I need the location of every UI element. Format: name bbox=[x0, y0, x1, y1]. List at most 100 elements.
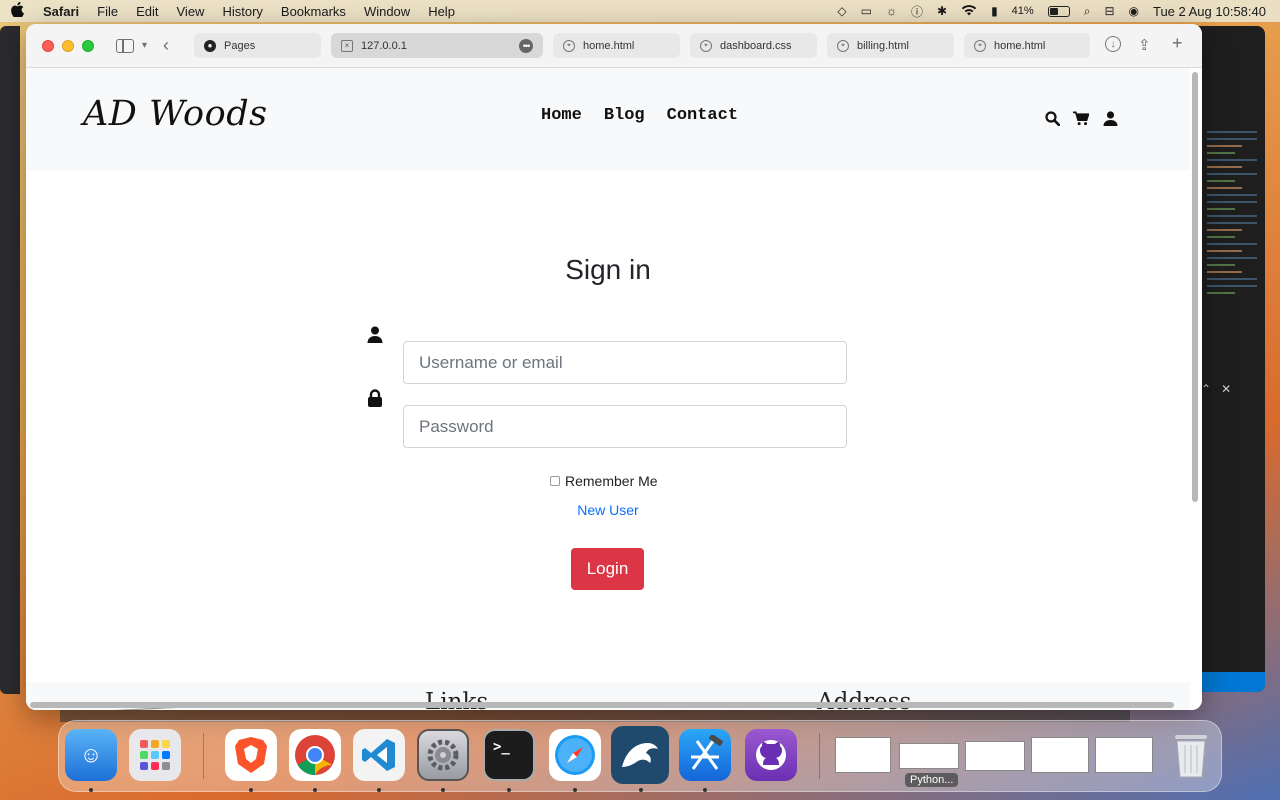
chevron-up-icon[interactable]: ⌃ bbox=[1201, 382, 1211, 396]
tab-label: 127.0.0.1 bbox=[361, 39, 407, 52]
system-settings-icon[interactable] bbox=[417, 729, 469, 781]
menu-app-name[interactable]: Safari bbox=[34, 4, 88, 19]
background-code-editor: ⌃ ✕ bbox=[1195, 26, 1265, 692]
minimized-window-thumbnail[interactable] bbox=[835, 737, 891, 773]
chrome-icon[interactable] bbox=[289, 729, 341, 781]
nav-home[interactable]: Home bbox=[541, 106, 582, 125]
dock: ☺ >_ Python... bbox=[58, 720, 1222, 792]
tab-billing-html[interactable]: ⌖ billing.html bbox=[827, 33, 954, 58]
brightness-icon[interactable]: ☼ bbox=[886, 4, 897, 18]
bluetooth-icon[interactable]: ✱ bbox=[937, 4, 947, 18]
close-window-button[interactable] bbox=[42, 39, 54, 52]
user-icon[interactable] bbox=[1102, 110, 1118, 126]
tab-localhost[interactable]: × 127.0.0.1 ••• bbox=[331, 33, 543, 58]
remember-me-checkbox[interactable] bbox=[550, 476, 560, 486]
tab-label: home.html bbox=[583, 39, 635, 52]
browser-toolbar: ▾ ‹ ● Pages × 127.0.0.1 ••• ⌖ home.html … bbox=[26, 24, 1202, 68]
sidebar-toggle-icon[interactable] bbox=[116, 38, 134, 53]
xcode-beta-icon[interactable] bbox=[679, 729, 731, 781]
share-button[interactable]: ⇪ bbox=[1138, 36, 1151, 54]
clock[interactable]: Tue 2 Aug 10:58:40 bbox=[1153, 4, 1266, 19]
menu-bookmarks[interactable]: Bookmarks bbox=[272, 4, 355, 19]
running-indicator bbox=[313, 788, 317, 792]
running-indicator bbox=[441, 788, 445, 792]
close-icon[interactable]: ✕ bbox=[1221, 382, 1231, 396]
accessibility-icon[interactable]: ⓘ bbox=[911, 3, 923, 20]
running-indicator bbox=[507, 788, 511, 792]
back-icon[interactable]: ‹ bbox=[163, 35, 169, 56]
new-user-link[interactable]: New User bbox=[26, 502, 1190, 518]
cart-icon[interactable] bbox=[1073, 110, 1089, 126]
login-button[interactable]: Login bbox=[571, 548, 644, 590]
more-options-icon[interactable]: ••• bbox=[519, 38, 533, 53]
password-input[interactable]: Password bbox=[403, 405, 847, 448]
downloads-button[interactable]: ↓ bbox=[1105, 36, 1121, 52]
close-box-icon[interactable]: × bbox=[341, 39, 353, 52]
siri-icon[interactable]: ◉ bbox=[1129, 4, 1139, 18]
vertical-scrollbar[interactable] bbox=[1192, 72, 1198, 502]
compass-icon: ⌖ bbox=[837, 39, 849, 52]
search-icon[interactable]: ⌕ bbox=[1084, 4, 1091, 19]
github-desktop-icon[interactable] bbox=[745, 729, 797, 781]
background-window-left bbox=[0, 26, 20, 694]
nav-contact[interactable]: Contact bbox=[667, 106, 738, 125]
diamond-status-icon[interactable]: ◇ bbox=[837, 4, 846, 18]
apple-menu-icon[interactable] bbox=[0, 1, 34, 20]
tab-label: home.html bbox=[994, 39, 1046, 52]
minimize-window-button[interactable] bbox=[62, 39, 74, 52]
github-icon: ● bbox=[204, 39, 216, 52]
control-center-icon[interactable]: ⊟ bbox=[1104, 4, 1114, 18]
tab-pages[interactable]: ● Pages bbox=[194, 33, 321, 58]
editor-status-bar bbox=[1195, 672, 1265, 692]
minimized-window-thumbnail[interactable] bbox=[899, 743, 959, 769]
panel-controls: ⌃ ✕ bbox=[1201, 382, 1231, 396]
search-icon[interactable] bbox=[1044, 110, 1060, 126]
menu-view[interactable]: View bbox=[168, 4, 214, 19]
menu-history[interactable]: History bbox=[213, 4, 271, 19]
window-controls bbox=[42, 39, 94, 52]
vscode-icon[interactable] bbox=[353, 729, 405, 781]
running-indicator bbox=[89, 788, 93, 792]
brave-icon[interactable] bbox=[225, 729, 277, 781]
running-indicator bbox=[703, 788, 707, 792]
battery-percent: 41% bbox=[1011, 5, 1034, 17]
chevron-down-icon[interactable]: ▾ bbox=[142, 40, 147, 51]
minimized-window-thumbnail[interactable] bbox=[1095, 737, 1153, 773]
new-tab-button[interactable]: + bbox=[1172, 33, 1183, 54]
menu-file[interactable]: File bbox=[88, 4, 127, 19]
macos-menu-bar: Safari File Edit View History Bookmarks … bbox=[0, 0, 1280, 22]
battery-status-icon: ▮ bbox=[991, 4, 998, 18]
dock-separator bbox=[819, 733, 820, 779]
tab-home-html-2[interactable]: ⌖ home.html bbox=[964, 33, 1090, 58]
wifi-icon[interactable] bbox=[961, 4, 977, 19]
menu-window[interactable]: Window bbox=[355, 4, 419, 19]
minimized-window-thumbnail[interactable] bbox=[1031, 737, 1089, 773]
tab-dashboard-css[interactable]: ⌖ dashboard.css bbox=[690, 33, 817, 58]
mysql-workbench-icon[interactable] bbox=[611, 726, 669, 784]
username-input[interactable]: Username or email bbox=[403, 341, 847, 384]
nav-blog[interactable]: Blog bbox=[604, 106, 645, 125]
horizontal-scrollbar[interactable] bbox=[30, 702, 1174, 708]
site-logo[interactable]: AD Woods bbox=[83, 94, 268, 134]
running-indicator bbox=[377, 788, 381, 792]
display-icon[interactable]: ▭ bbox=[861, 4, 872, 18]
menu-edit[interactable]: Edit bbox=[127, 4, 167, 19]
minimized-window-label: Python... bbox=[905, 773, 959, 787]
zoom-window-button[interactable] bbox=[82, 39, 94, 52]
minimized-window-thumbnail[interactable] bbox=[965, 741, 1025, 771]
safari-icon[interactable] bbox=[549, 729, 601, 781]
launchpad-icon[interactable] bbox=[129, 729, 181, 781]
header-icons bbox=[1044, 110, 1118, 126]
main-nav: Home Blog Contact bbox=[541, 106, 738, 125]
safari-window: ▾ ‹ ● Pages × 127.0.0.1 ••• ⌖ home.html … bbox=[26, 24, 1202, 710]
dock-separator bbox=[203, 733, 204, 779]
battery-icon[interactable] bbox=[1047, 5, 1070, 17]
tab-home-html[interactable]: ⌖ home.html bbox=[553, 33, 680, 58]
remember-me-label[interactable]: Remember Me bbox=[565, 473, 658, 489]
user-icon bbox=[366, 324, 384, 344]
finder-icon[interactable]: ☺ bbox=[65, 729, 117, 781]
menu-help[interactable]: Help bbox=[419, 4, 464, 19]
trash-icon[interactable] bbox=[1165, 729, 1217, 781]
code-minimap bbox=[1207, 126, 1257, 299]
terminal-icon[interactable]: >_ bbox=[483, 729, 535, 781]
